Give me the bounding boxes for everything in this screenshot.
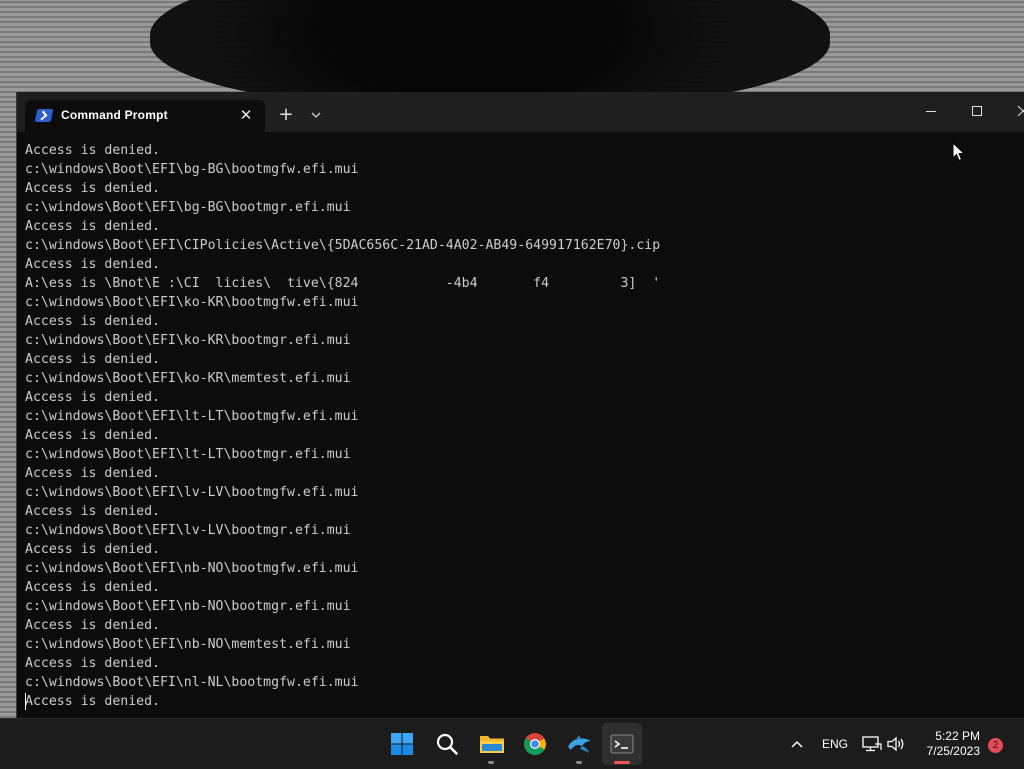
console-line: c:\windows\Boot\EFI\ko-KR\bootmgr.efi.mu… [25,333,351,348]
chevron-down-icon[interactable] [307,106,325,124]
minimize-icon [926,111,936,112]
console-line: c:\windows\Boot\EFI\bg-BG\bootmgfw.efi.m… [25,162,359,177]
console-line: c:\windows\Boot\EFI\nl-NL\bootmgfw.efi.m… [25,675,359,690]
scrollbar[interactable] [1017,132,1024,718]
language-indicator[interactable]: ENG [822,737,848,751]
close-window-button[interactable] [999,92,1024,132]
console-line: c:\windows\Boot\EFI\nb-NO\bootmgfw.efi.m… [25,561,359,576]
chevron-up-icon [791,740,803,748]
taskbar: ENG 5:22 PM 7/25/2023 2 [0,718,1024,769]
start-icon [391,733,413,755]
console-line: c:\windows\Boot\EFI\lt-LT\bootmgfw.efi.m… [25,409,359,424]
close-icon [1017,105,1024,117]
console-line: Access is denied. [25,314,160,329]
mouse-pointer-icon [952,141,966,166]
text-cursor [25,693,26,710]
terminal-icon [34,109,54,122]
chrome-icon [524,733,546,755]
chrome-button[interactable] [518,727,552,761]
terminal-window[interactable]: Command Prompt ✕ + Access is denied. c:\w… [16,92,1024,718]
maximize-button[interactable] [953,92,999,132]
console-line: c:\windows\Boot\EFI\nb-NO\memtest.efi.mu… [25,637,351,652]
console-line: Access is denied. [25,466,160,481]
tab-title: Command Prompt [61,108,168,122]
clock-date: 7/25/2023 [926,744,980,758]
dolphin-emulator-icon [568,735,591,753]
file-explorer-icon [480,736,504,753]
volume-icon[interactable] [886,735,906,757]
running-indicator [488,761,494,764]
console-line: Access is denied. [25,428,160,443]
new-tab-button[interactable]: + [275,104,297,126]
close-tab-button[interactable]: ✕ [237,106,255,124]
console-line: Access is denied. [25,504,160,519]
active-indicator [614,761,630,764]
dolphin-emulator-button[interactable] [562,727,596,761]
console-line: c:\windows\Boot\EFI\lv-LV\bootmgfw.efi.m… [25,485,359,500]
console-line: c:\windows\Boot\EFI\bg-BG\bootmgr.efi.mu… [25,200,351,215]
console-line: Access is denied. [25,656,160,671]
running-indicator [576,761,582,764]
search-button[interactable] [430,727,464,761]
console-line: c:\windows\Boot\EFI\nb-NO\bootmgr.efi.mu… [25,599,351,614]
console-output[interactable]: Access is denied. c:\windows\Boot\EFI\bg-… [25,141,1015,711]
clock-time: 5:22 PM [935,729,980,743]
minimize-button[interactable] [907,92,953,132]
console-line: Access is denied. [25,143,160,158]
console-line: c:\windows\Boot\EFI\CIPolicies\Active\{5… [25,238,661,253]
console-line: c:\windows\Boot\EFI\lt-LT\bootmgr.efi.mu… [25,447,351,462]
terminal-icon [610,734,634,754]
maximize-icon [972,106,982,116]
file-explorer-button[interactable] [474,727,508,761]
tab-command-prompt[interactable]: Command Prompt ✕ [25,100,265,132]
console-line: c:\windows\Boot\EFI\ko-KR\memtest.efi.mu… [25,371,351,386]
notification-badge[interactable]: 2 [988,738,1003,753]
console-line: c:\windows\Boot\EFI\lv-LV\bootmgr.efi.mu… [25,523,351,538]
terminal-button[interactable] [605,727,639,761]
console-line: Access is denied. [25,352,160,367]
console-line: Access is denied. [25,219,160,234]
show-hidden-icons-button[interactable] [788,736,806,754]
console-line: Access is denied. [25,257,160,272]
title-bar[interactable]: Command Prompt ✕ + [17,92,1024,132]
console-line: Access is denied. [25,580,160,595]
clock[interactable]: 5:22 PM 7/25/2023 [914,729,980,759]
console-line: Access is denied. [25,618,160,633]
console-line: c:\windows\Boot\EFI\ko-KR\bootmgfw.efi.m… [25,295,359,310]
search-icon [436,733,458,755]
console-line: A:\ess is \Bnot\E :\CI licies\ tive\{824… [25,276,661,291]
start-button[interactable] [385,727,419,761]
network-icon[interactable] [862,735,882,757]
console-line: Access is denied. [25,181,160,196]
console-line: Access is denied. [25,542,160,557]
console-line: Access is denied. [25,694,160,709]
console-line: Access is denied. [25,390,160,405]
